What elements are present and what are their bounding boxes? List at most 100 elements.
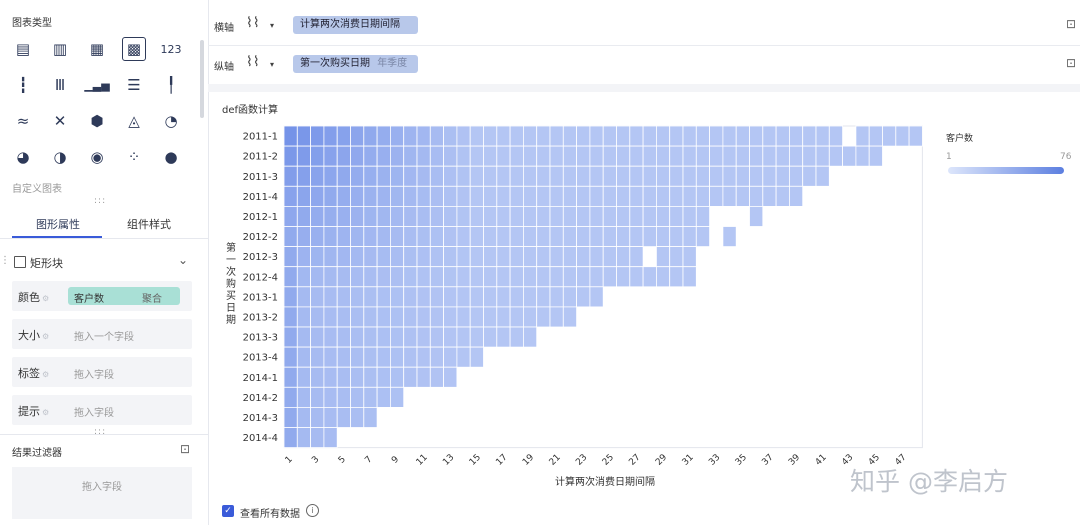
heatmap-cell[interactable] (403, 246, 418, 268)
heatmap-cell[interactable] (496, 165, 511, 187)
heatmap-cell[interactable] (283, 246, 298, 268)
heatmap-cell[interactable] (722, 145, 737, 167)
heatmap-cell[interactable] (283, 145, 298, 167)
heatmap-cell[interactable] (403, 205, 418, 227)
heatmap-cell[interactable] (389, 125, 405, 147)
heatmap-cell[interactable] (310, 427, 325, 449)
heatmap-cell[interactable] (749, 165, 764, 187)
heatmap-cell[interactable] (296, 266, 311, 288)
heatmap-cell[interactable] (629, 266, 644, 288)
heatmap-cell[interactable] (496, 326, 511, 348)
heatmap-cell[interactable] (336, 406, 351, 428)
heatmap-cell[interactable] (296, 326, 311, 348)
heatmap-cell[interactable] (416, 326, 431, 348)
heatmap-cell[interactable] (656, 205, 671, 227)
heatmap-cell[interactable] (483, 145, 498, 167)
heatmap-cell[interactable] (469, 326, 484, 348)
heatmap-cell[interactable] (469, 185, 484, 207)
heatmap-cell[interactable] (336, 286, 351, 308)
info-icon[interactable]: i (306, 504, 319, 517)
heatmap-cell[interactable] (536, 205, 551, 227)
heatmap-cell[interactable] (283, 165, 298, 187)
heatmap-cell[interactable] (429, 286, 444, 308)
heatmap-cell[interactable] (469, 205, 484, 227)
heatmap-cell[interactable] (443, 226, 458, 248)
heatmap-cell[interactable] (296, 346, 311, 368)
heatmap-cell[interactable] (802, 145, 817, 167)
heatmap-cell[interactable] (416, 165, 431, 187)
heatmap-cell[interactable] (669, 205, 684, 227)
heatmap-cell[interactable] (483, 226, 498, 248)
heatmap-cell[interactable] (509, 125, 524, 147)
heatmap-cell[interactable] (443, 125, 458, 147)
heatmap-cell[interactable] (483, 246, 498, 268)
heatmap-cell[interactable] (589, 266, 604, 288)
heatmap-cell[interactable] (629, 165, 644, 187)
heatmap-cell[interactable] (589, 226, 604, 248)
heatmap-cell[interactable] (509, 326, 524, 348)
heatmap-cell[interactable] (616, 205, 631, 227)
heatmap-cell[interactable] (735, 185, 750, 207)
heatmap-cell[interactable] (536, 246, 551, 268)
heatmap-cell[interactable] (310, 346, 325, 368)
heatmap-cell[interactable] (695, 125, 710, 147)
heatmap-cell[interactable] (616, 266, 631, 288)
heatmap-cell[interactable] (722, 226, 737, 248)
heatmap-cell[interactable] (283, 226, 298, 248)
heatmap-cell[interactable] (523, 246, 538, 268)
heatmap-cell[interactable] (350, 346, 365, 368)
heatmap-cell[interactable] (416, 125, 431, 147)
heatmap-cell[interactable] (616, 125, 631, 147)
heatmap-cell[interactable] (589, 165, 604, 187)
heatmap-cell[interactable] (376, 266, 391, 288)
heatmap-cell[interactable] (536, 226, 551, 248)
heatmap-cell[interactable] (536, 266, 551, 288)
heatmap-cell[interactable] (589, 185, 604, 207)
heatmap-cell[interactable] (789, 165, 804, 187)
heatmap-cell[interactable] (296, 286, 311, 308)
heatmap-cell[interactable] (802, 165, 817, 187)
heatmap-cell[interactable] (456, 165, 471, 187)
heatmap-cell[interactable] (310, 306, 325, 328)
heatmap-cell[interactable] (576, 145, 591, 167)
heatmap-cell[interactable] (323, 286, 338, 308)
heatmap-cell[interactable] (323, 226, 338, 248)
heatmap-cell[interactable] (296, 366, 311, 388)
heatmap-cell[interactable] (616, 165, 631, 187)
heatmap-cell[interactable] (789, 185, 804, 207)
heatmap-cell[interactable] (283, 205, 298, 227)
heatmap-cell[interactable] (895, 125, 910, 147)
heatmap-cell[interactable] (443, 346, 458, 368)
heatmap-cell[interactable] (389, 386, 405, 408)
heatmap-cell[interactable] (296, 246, 311, 268)
checkbox[interactable]: ✓ (222, 505, 234, 517)
heatmap-cell[interactable] (523, 266, 538, 288)
heatmap-cell[interactable] (682, 125, 697, 147)
heatmap-cell[interactable] (376, 386, 391, 408)
heatmap-cell[interactable] (749, 145, 764, 167)
heatmap-cell[interactable] (443, 326, 458, 348)
heatmap-cell[interactable] (656, 165, 671, 187)
heatmap-cell[interactable] (695, 226, 710, 248)
heatmap-cell[interactable] (629, 226, 644, 248)
heatmap-cell[interactable] (656, 125, 671, 147)
heatmap-cell[interactable] (350, 326, 365, 348)
heatmap-cell[interactable] (616, 145, 631, 167)
heatmap-cell[interactable] (283, 125, 298, 147)
heatmap-cell[interactable] (629, 145, 644, 167)
heatmap-cell[interactable] (483, 266, 498, 288)
heatmap-cell[interactable] (296, 185, 311, 207)
heatmap-cell[interactable] (403, 326, 418, 348)
heatmap-cell[interactable] (483, 205, 498, 227)
heatmap-cell[interactable] (310, 386, 325, 408)
heatmap-cell[interactable] (323, 246, 338, 268)
heatmap-cell[interactable] (389, 185, 405, 207)
heatmap-cell[interactable] (350, 165, 365, 187)
heatmap-cell[interactable] (323, 326, 338, 348)
heatmap-cell[interactable] (855, 125, 870, 147)
heatmap-cell[interactable] (323, 406, 338, 428)
heatmap-cell[interactable] (789, 145, 804, 167)
heatmap-cell[interactable] (762, 165, 777, 187)
heatmap-cell[interactable] (429, 306, 444, 328)
heatmap-cell[interactable] (310, 145, 325, 167)
